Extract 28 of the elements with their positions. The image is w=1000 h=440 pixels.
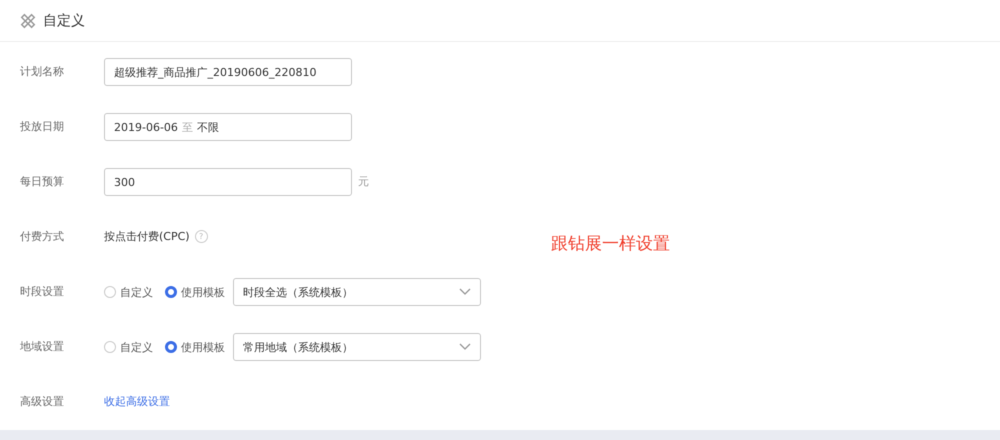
field-label: 计划名称: [19, 64, 65, 80]
template-dropdown[interactable]: 常用地域（系统模板）: [233, 333, 481, 361]
date-field[interactable]: 2019-06-06 至 不限: [104, 113, 352, 141]
radio-label: 使用模板: [181, 340, 225, 354]
radio-label: 使用模板: [181, 284, 225, 300]
template-dropdown[interactable]: 时段全选（系统模板）: [233, 278, 481, 306]
field-label: 投放日期: [19, 119, 65, 135]
chevron-down-icon: [459, 288, 471, 296]
radio-label: 自定义: [120, 284, 153, 300]
input-field[interactable]: 300: [104, 168, 352, 196]
payment-text: 按点击付费(CPC): [104, 229, 190, 245]
radio-button[interactable]: [165, 286, 177, 298]
tools-icon: [19, 12, 37, 30]
chevron-down-icon: [459, 343, 471, 351]
annotation-text: 跟钻展一样设置: [551, 233, 670, 255]
field-label: 地域设置: [19, 339, 65, 355]
field-label: 高级设置: [19, 394, 65, 410]
field-label: 付费方式: [19, 229, 65, 245]
unit-label: 元: [358, 174, 369, 190]
collapse-link[interactable]: 收起高级设置: [104, 388, 170, 416]
field-label: 时段设置: [19, 284, 65, 300]
radio-button[interactable]: [104, 286, 116, 298]
input-field[interactable]: 超级推荐_商品推广_20190606_220810: [104, 58, 352, 86]
radio-button[interactable]: [104, 341, 116, 353]
page-title: 自定义: [43, 12, 85, 30]
radio-button[interactable]: [165, 341, 177, 353]
radio-label: 自定义: [120, 340, 153, 354]
field-label: 每日预算: [19, 174, 65, 190]
